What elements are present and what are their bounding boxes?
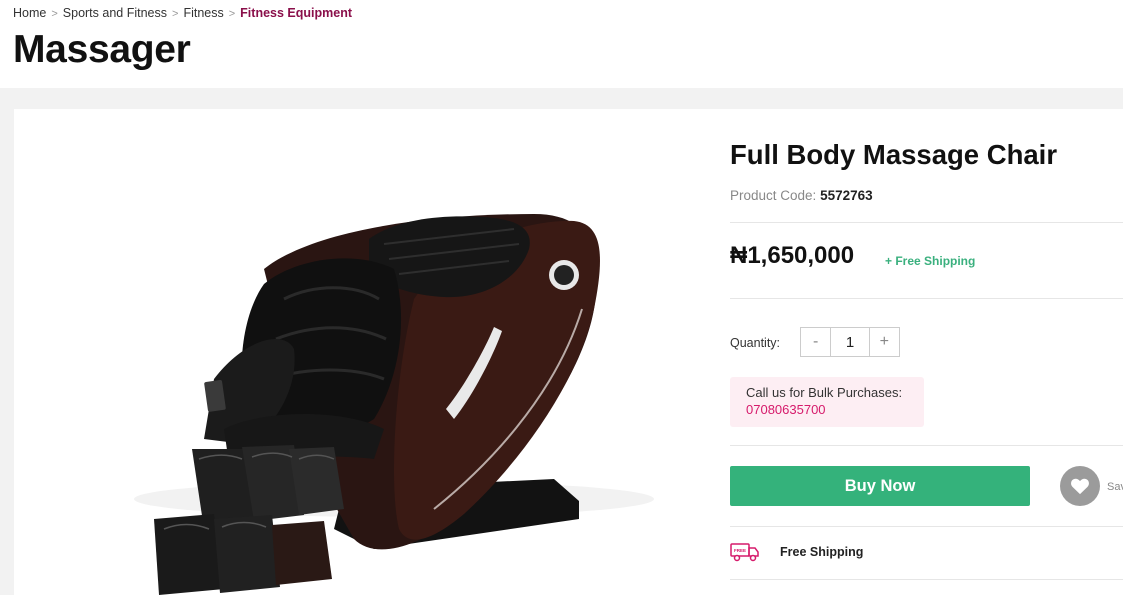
product-code-row: Product Code: 5572763 bbox=[730, 188, 873, 203]
free-shipping-tag: + Free Shipping bbox=[885, 254, 976, 268]
product-info: Full Body Massage Chair Product Code: 55… bbox=[730, 109, 1123, 595]
decrement-button[interactable]: - bbox=[801, 328, 830, 356]
breadcrumb-sports-fitness[interactable]: Sports and Fitness bbox=[63, 6, 167, 20]
bulk-purchase-label: Call us for Bulk Purchases: bbox=[746, 385, 903, 400]
product-name: Full Body Massage Chair bbox=[730, 139, 1058, 170]
quantity-stepper: - 1 + bbox=[800, 327, 900, 357]
page-header: Home > Sports and Fitness > Fitness > Fitness … bbox=[0, 0, 1123, 88]
breadcrumb-fitness[interactable]: Fitness bbox=[183, 6, 223, 20]
breadcrumb: Home > Sports and Fitness > Fitness > Fitness … bbox=[13, 6, 352, 20]
save-button[interactable] bbox=[1060, 466, 1100, 506]
divider bbox=[730, 445, 1123, 446]
svg-text:FREE: FREE bbox=[734, 548, 746, 553]
chevron-right-icon: > bbox=[51, 8, 58, 20]
massage-chair-image bbox=[134, 214, 654, 595]
breadcrumb-fitness-equipment[interactable]: Fitness Equipment bbox=[240, 6, 352, 20]
increment-button[interactable]: + bbox=[870, 328, 899, 356]
save-label[interactable]: Save bbox=[1107, 481, 1123, 493]
product-code-value: 5572763 bbox=[820, 188, 873, 203]
product-price: ₦1,650,000 bbox=[730, 242, 855, 269]
page-title: Massager bbox=[13, 28, 191, 71]
bulk-purchase-box: Call us for Bulk Purchases: 07080635700 bbox=[730, 377, 924, 427]
chevron-right-icon: > bbox=[172, 8, 179, 20]
quantity-input[interactable]: 1 bbox=[830, 328, 870, 356]
free-shipping-row: FREE Free Shipping bbox=[730, 541, 863, 563]
quantity-label: Quantity: bbox=[730, 336, 781, 350]
breadcrumb-home[interactable]: Home bbox=[13, 6, 46, 20]
heart-icon bbox=[1071, 478, 1089, 495]
divider bbox=[730, 579, 1123, 580]
buy-now-button[interactable]: Buy Now bbox=[730, 466, 1030, 506]
product-code-label: Product Code: bbox=[730, 188, 817, 203]
truck-icon: FREE bbox=[730, 543, 759, 562]
divider bbox=[730, 222, 1123, 223]
product-image[interactable] bbox=[14, 109, 704, 595]
divider bbox=[730, 298, 1123, 299]
free-shipping-label: Free Shipping bbox=[780, 545, 864, 559]
divider bbox=[730, 526, 1123, 527]
bulk-purchase-phone[interactable]: 07080635700 bbox=[746, 402, 908, 417]
chevron-right-icon: > bbox=[228, 8, 236, 20]
